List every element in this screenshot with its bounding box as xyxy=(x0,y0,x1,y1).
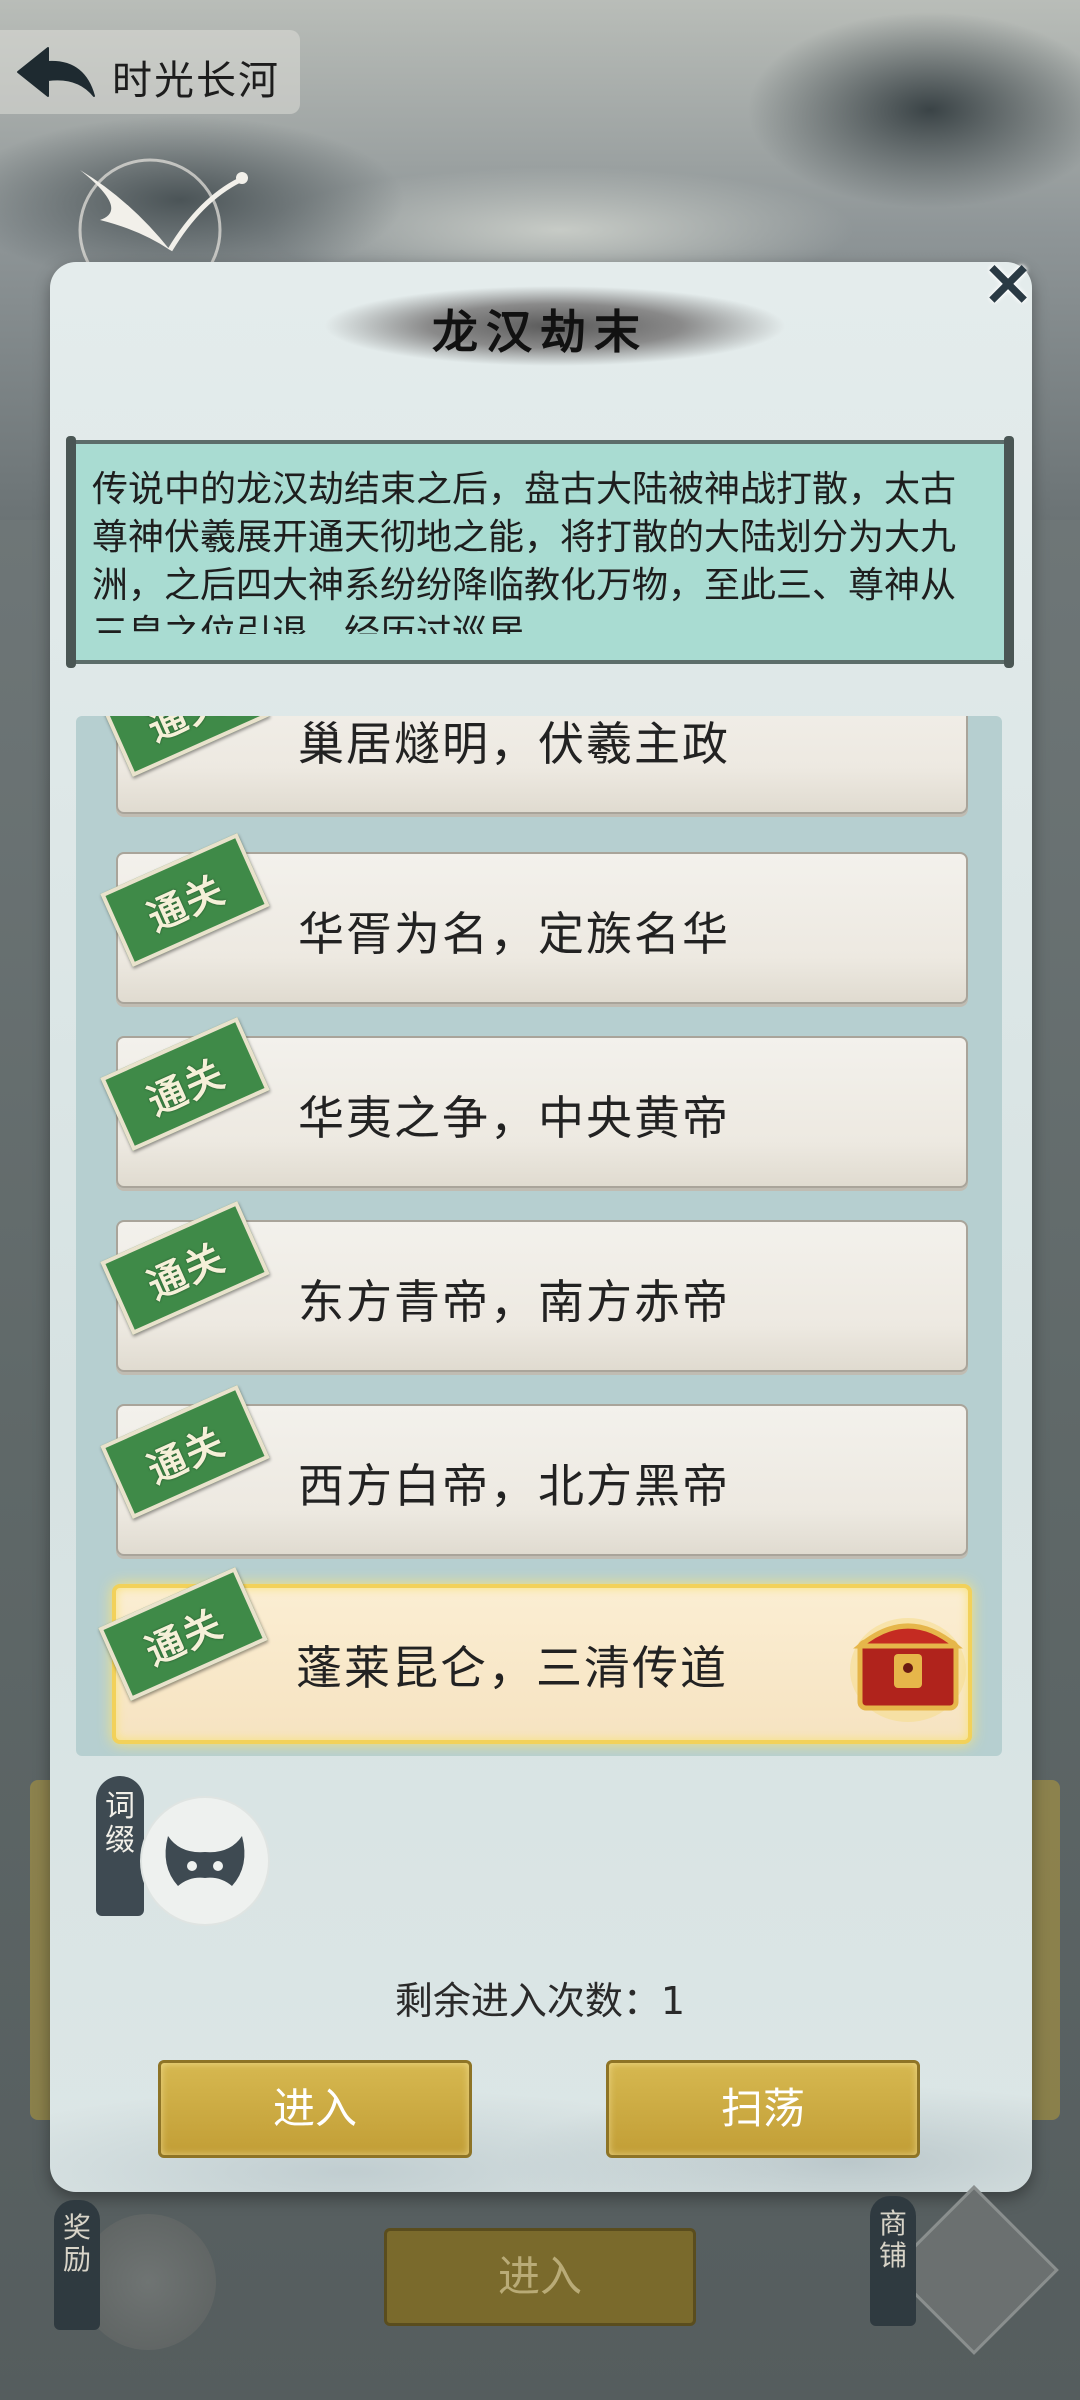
cleared-badge: 通关 xyxy=(100,1200,270,1336)
stage-item[interactable]: 通关 华胥为名，定族名华 xyxy=(100,832,968,1004)
reward-tag: 奖励 xyxy=(54,2200,100,2330)
treasure-chest-icon[interactable] xyxy=(848,1598,968,1726)
stage-label: 华夷之争，中央黄帝 xyxy=(298,1091,730,1145)
cleared-badge: 通关 xyxy=(100,716,270,778)
back-arrow-icon[interactable] xyxy=(14,42,98,102)
stage-label: 蓬莱昆仑，三清传道 xyxy=(296,1641,728,1695)
stage-item[interactable]: 通关 西方白帝，北方黑帝 xyxy=(100,1384,968,1556)
stage-item[interactable]: 通关 巢居燧明，伏羲主政 xyxy=(100,716,968,814)
cleared-badge-label: 通关 xyxy=(140,1417,232,1492)
horned-mask-icon[interactable] xyxy=(140,1796,270,1926)
background-enter-button[interactable]: 进入 xyxy=(384,2228,696,2326)
stage-item-selected[interactable]: 通关 蓬莱昆仑，三清传道 xyxy=(98,1566,972,1744)
cleared-badge: 通关 xyxy=(100,832,270,968)
shop-tag: 商铺 xyxy=(870,2196,916,2326)
stage-item[interactable]: 通关 华夷之争，中央黄帝 xyxy=(100,1016,968,1188)
sweep-button[interactable]: 扫荡 xyxy=(606,2060,920,2158)
stage-list[interactable]: 通关 巢居燧明，伏羲主政 通关 华胥为名，定族名华 通关 华夷之争，中央黄帝 通… xyxy=(76,716,1002,1756)
crane-icon xyxy=(78,158,248,280)
cleared-badge: 通关 xyxy=(100,1016,270,1152)
stage-label: 巢居燧明，伏羲主政 xyxy=(298,717,730,771)
cleared-badge-label: 通关 xyxy=(138,1599,230,1674)
close-button[interactable]: × xyxy=(972,250,1044,316)
story-text[interactable]: 传说中的龙汉劫结束之后，盘古大陆被神战打散，太古尊神伏羲展开通天彻地之能，将打散… xyxy=(92,466,972,634)
reward-icon[interactable] xyxy=(80,2214,216,2350)
cleared-badge-label: 通关 xyxy=(140,1049,232,1124)
remaining-attempts: 剩余进入次数：1 xyxy=(394,1979,686,2023)
scroll-rod-left xyxy=(66,436,76,668)
cleared-badge-label: 通关 xyxy=(137,716,232,751)
stage-label: 东方青帝，南方赤帝 xyxy=(298,1275,730,1329)
stage-label: 西方白帝，北方黑帝 xyxy=(298,1459,730,1513)
page-title: 时光长河 xyxy=(112,58,280,104)
stage-label: 华胥为名，定族名华 xyxy=(298,907,730,961)
cleared-badge: 通关 xyxy=(98,1566,268,1702)
stage-item[interactable]: 通关 东方青帝，南方赤帝 xyxy=(100,1200,968,1372)
cleared-badge-label: 通关 xyxy=(140,865,232,940)
scroll-rod-right xyxy=(1004,436,1014,668)
dialog-title: 龙汉劫末 xyxy=(432,305,648,359)
enter-button[interactable]: 进入 xyxy=(158,2060,472,2158)
top-bar: 时光长河 xyxy=(0,30,300,114)
cleared-badge: 通关 xyxy=(100,1384,270,1520)
affix-tag: 词缀 xyxy=(96,1776,144,1916)
cleared-badge-label: 通关 xyxy=(140,1233,232,1308)
